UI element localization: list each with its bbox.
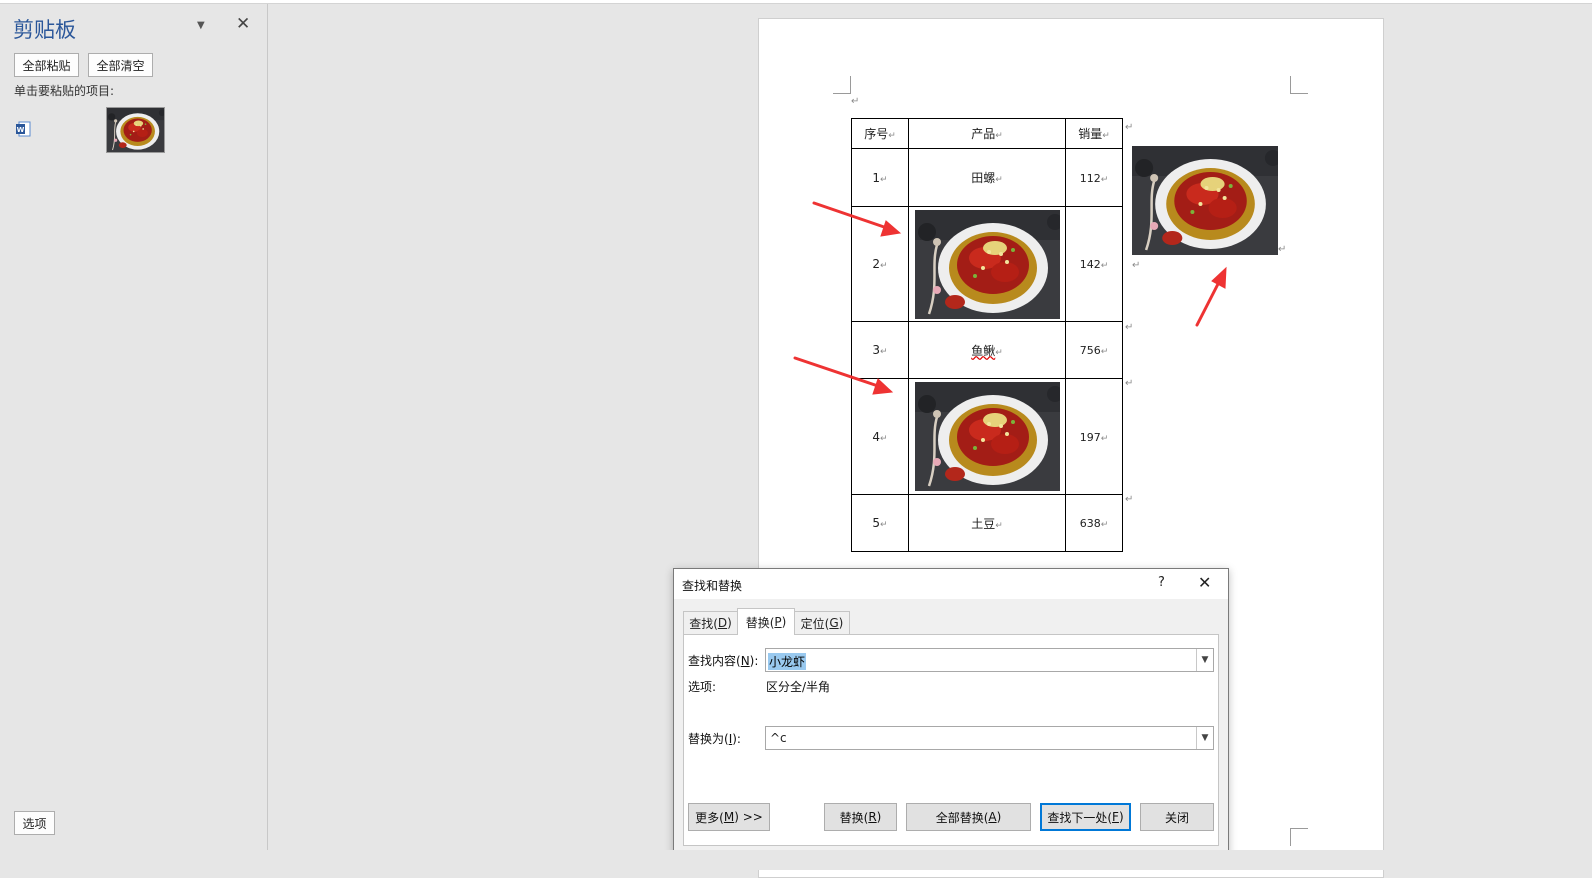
replace-label: 替换为(I): [688,732,741,746]
table-cell [908,378,1066,495]
table-cell: 142↵ [1065,206,1123,322]
chevron-down-icon[interactable]: ▼ [1196,727,1213,749]
svg-text:W: W [17,126,25,134]
table-cell: 田螺↵ [908,148,1066,207]
table-cell: 2↵ [851,206,909,322]
table-cell: 4↵ [851,378,909,495]
table-cell [908,206,1066,322]
close-icon[interactable]: ✕ [1198,573,1211,592]
options-button[interactable]: 选项 [14,811,55,835]
margin-corner-mark [1290,828,1308,846]
table-cell: 3↵ [851,321,909,379]
cell-mark: ↵ [1102,131,1110,141]
table-header-cell[interactable]: 产品↵ [908,118,1066,149]
clipboard-title: 剪贴板 [13,18,76,42]
document-table[interactable]: 序号↵ 产品↵ 销量↵ 1↵ 田螺↵ 112↵ 2↵ 142↵ 3↵ 鱼鳅↵ 7… [851,118,1123,552]
table-cell: 鱼鳅↵ [908,321,1066,379]
table-row[interactable]: 5↵ 土豆↵ 638↵ [851,494,1123,552]
replace-value[interactable]: ^c [770,731,787,745]
table-cell: 638↵ [1065,494,1123,552]
clipboard-item-image[interactable] [106,107,165,153]
table-row[interactable]: 3↵ 鱼鳅↵ 756↵ [851,321,1123,379]
find-replace-dialog[interactable]: 查找和替换 ? ✕ 查找(D) 替换(P) 定位(G) 查找内容(N): 小龙虾… [673,568,1229,855]
replace-input[interactable]: ^c ▼ [765,726,1214,750]
paragraph-mark: ↵ [851,96,860,107]
crayfish-image[interactable] [914,382,1060,491]
floating-crayfish-image[interactable] [1132,146,1278,255]
find-next-button[interactable]: 查找下一处(F) [1040,803,1131,831]
header-sales: 销量 [1078,127,1103,141]
find-value[interactable]: 小龙虾 [768,653,807,670]
header-num: 序号 [864,127,889,141]
clear-all-button[interactable]: 全部清空 [88,53,153,77]
margin-corner-mark [1290,76,1308,94]
options-label: 选项: [688,680,717,694]
dialog-titlebar[interactable] [674,569,1228,599]
cell-mark: ↵ [995,131,1003,141]
table-row[interactable]: 2↵ 142↵ [851,206,1123,322]
chevron-down-icon[interactable]: ▼ [1196,649,1213,671]
more-button[interactable]: 更多(M) >> [688,803,770,831]
crayfish-image[interactable] [914,209,1060,319]
table-cell: 112↵ [1065,148,1123,207]
chevron-down-icon[interactable]: ▼ [197,20,205,31]
cell-mark: ↵ [888,131,896,141]
clipboard-hint: 单击要粘贴的项目: [14,84,115,98]
row-end-mark: ↵ [1125,122,1134,133]
table-cell: 756↵ [1065,321,1123,379]
replace-button[interactable]: 替换(R) [824,803,897,831]
row-end-mark: ↵ [1125,378,1134,389]
word-doc-icon: W [16,121,31,137]
paragraph-mark: ↵ [1132,260,1141,271]
row-end-mark: ↵ [1125,494,1134,505]
table-cell: 1↵ [851,148,909,207]
tab-goto[interactable]: 定位(G) [794,611,850,634]
table-row[interactable]: 1↵ 田螺↵ 112↵ [851,148,1123,207]
find-label: 查找内容(N): [688,654,759,668]
tab-replace[interactable]: 替换(P) [737,608,795,635]
paste-all-button[interactable]: 全部粘贴 [14,53,79,77]
table-header-cell[interactable]: 销量↵ [1065,118,1123,149]
replace-all-button[interactable]: 全部替换(A) [906,803,1031,831]
table-cell: 5↵ [851,494,909,552]
close-button[interactable]: 关闭 [1140,803,1214,831]
options-value: 区分全/半角 [766,680,831,694]
find-input[interactable]: 小龙虾 ▼ [765,648,1214,672]
table-header-cell[interactable]: 序号↵ [851,118,909,149]
table-cell: 197↵ [1065,378,1123,495]
row-end-mark: ↵ [1125,322,1134,333]
table-row[interactable]: 4↵ 197↵ [851,378,1123,495]
header-product: 产品 [971,127,996,141]
margin-corner-mark [833,76,851,94]
paragraph-mark: ↵ [1278,244,1287,255]
dialog-title: 查找和替换 [682,579,743,593]
help-icon[interactable]: ? [1158,575,1165,590]
tab-find[interactable]: 查找(D) [683,611,738,634]
close-icon[interactable]: ✕ [236,14,250,34]
table-cell: 土豆↵ [908,494,1066,552]
status-bar [0,850,1592,870]
